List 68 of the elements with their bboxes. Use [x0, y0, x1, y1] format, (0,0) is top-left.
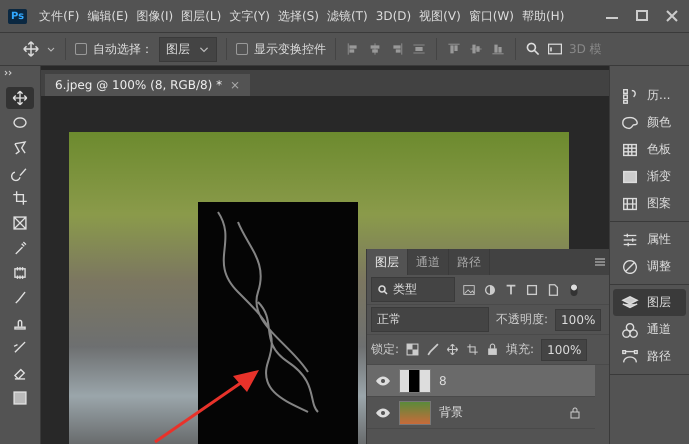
- dock-panel-button[interactable]: 调整: [613, 253, 686, 280]
- opacity-field[interactable]: 100%: [555, 308, 602, 330]
- shape-filter-icon[interactable]: [525, 282, 539, 296]
- show-transform-label: 显示变换控件: [254, 40, 326, 58]
- menu-item[interactable]: 选择(S): [274, 8, 323, 24]
- opacity-label: 不透明度:: [496, 311, 548, 328]
- layer-name: 背景: [439, 404, 464, 421]
- menu-item[interactable]: 图层(L): [177, 8, 226, 24]
- eye-icon[interactable]: [375, 408, 391, 418]
- dock-panel-button[interactable]: 属性: [613, 226, 686, 253]
- panel-tab[interactable]: 通道: [408, 249, 449, 275]
- search-icon[interactable]: [525, 41, 541, 57]
- checkerboard-icon[interactable]: [406, 343, 420, 356]
- dock-panel-button[interactable]: 图层: [613, 289, 686, 316]
- smart-object-filter-icon[interactable]: [546, 282, 560, 296]
- panel-menu-icon[interactable]: [594, 257, 606, 267]
- auto-select-label: 自动选择：: [93, 40, 153, 58]
- checkbox[interactable]: [236, 43, 248, 55]
- dock-panel-button[interactable]: 历...: [613, 82, 686, 109]
- expand-icon[interactable]: [4, 70, 14, 76]
- menu-item[interactable]: 文字(Y): [225, 8, 274, 24]
- brush-icon[interactable]: [426, 343, 440, 356]
- menu-item[interactable]: 帮助(H): [518, 8, 568, 24]
- move-icon[interactable]: [22, 40, 40, 58]
- layer-thumbnail: [399, 368, 431, 392]
- adjustment-filter-icon[interactable]: [483, 282, 497, 296]
- adjust-icon: [621, 258, 639, 276]
- dock-panel-button[interactable]: 图案: [613, 190, 686, 217]
- menu-item[interactable]: 视图(V): [415, 8, 465, 24]
- blend-mode-dropdown[interactable]: 正常: [371, 307, 489, 332]
- lock-label: 锁定:: [371, 341, 400, 358]
- menu-item[interactable]: 文件(F): [35, 8, 84, 24]
- menu-item[interactable]: 编辑(E): [83, 8, 132, 24]
- layer-name: 8: [439, 374, 448, 388]
- target-dropdown[interactable]: 图层: [159, 36, 217, 62]
- menu-item[interactable]: 滤镜(T): [322, 8, 372, 24]
- panel-tab[interactable]: 路径: [449, 249, 490, 275]
- move-icon[interactable]: [446, 343, 460, 356]
- dock-panel-button[interactable]: 渐变: [613, 163, 686, 190]
- dock-panel-button[interactable]: 通道: [613, 316, 686, 343]
- dock-panel-button[interactable]: 路径: [613, 343, 686, 370]
- layer-row[interactable]: 8: [367, 365, 595, 397]
- type-filter-icon[interactable]: [504, 282, 518, 296]
- layer-thumbnail: [399, 400, 431, 424]
- menu-item[interactable]: 3D(D): [372, 9, 416, 23]
- checkbox[interactable]: [75, 43, 87, 55]
- lock-icon[interactable]: [486, 343, 500, 356]
- channels-icon: [621, 320, 639, 338]
- move-tool-icon[interactable]: [6, 87, 34, 109]
- dock-panel-button[interactable]: 颜色: [613, 109, 686, 136]
- menu-item[interactable]: 窗口(W): [464, 8, 518, 24]
- panel-tab[interactable]: 图层: [367, 249, 408, 275]
- layer-row[interactable]: 背景: [367, 397, 595, 429]
- fill-label: 填充:: [506, 341, 534, 358]
- eye-icon[interactable]: [375, 376, 391, 386]
- properties-icon: [621, 230, 639, 248]
- crop-icon[interactable]: [466, 343, 480, 356]
- dock-panel-button[interactable]: 色板: [613, 136, 686, 163]
- filter-dropdown[interactable]: 类型: [371, 277, 455, 302]
- fill-field[interactable]: 100%: [541, 338, 588, 360]
- app-logo: Ps: [8, 8, 28, 24]
- search-icon: [377, 284, 389, 296]
- workspace-icon[interactable]: [547, 41, 563, 57]
- paths-icon: [621, 348, 639, 366]
- menu-item[interactable]: 图像(I): [132, 8, 178, 24]
- history-icon: [621, 86, 639, 104]
- document-tab[interactable]: 6.jpeg @ 100% (8, RGB/8) * ×: [45, 74, 250, 96]
- image-filter-icon[interactable]: [462, 282, 476, 296]
